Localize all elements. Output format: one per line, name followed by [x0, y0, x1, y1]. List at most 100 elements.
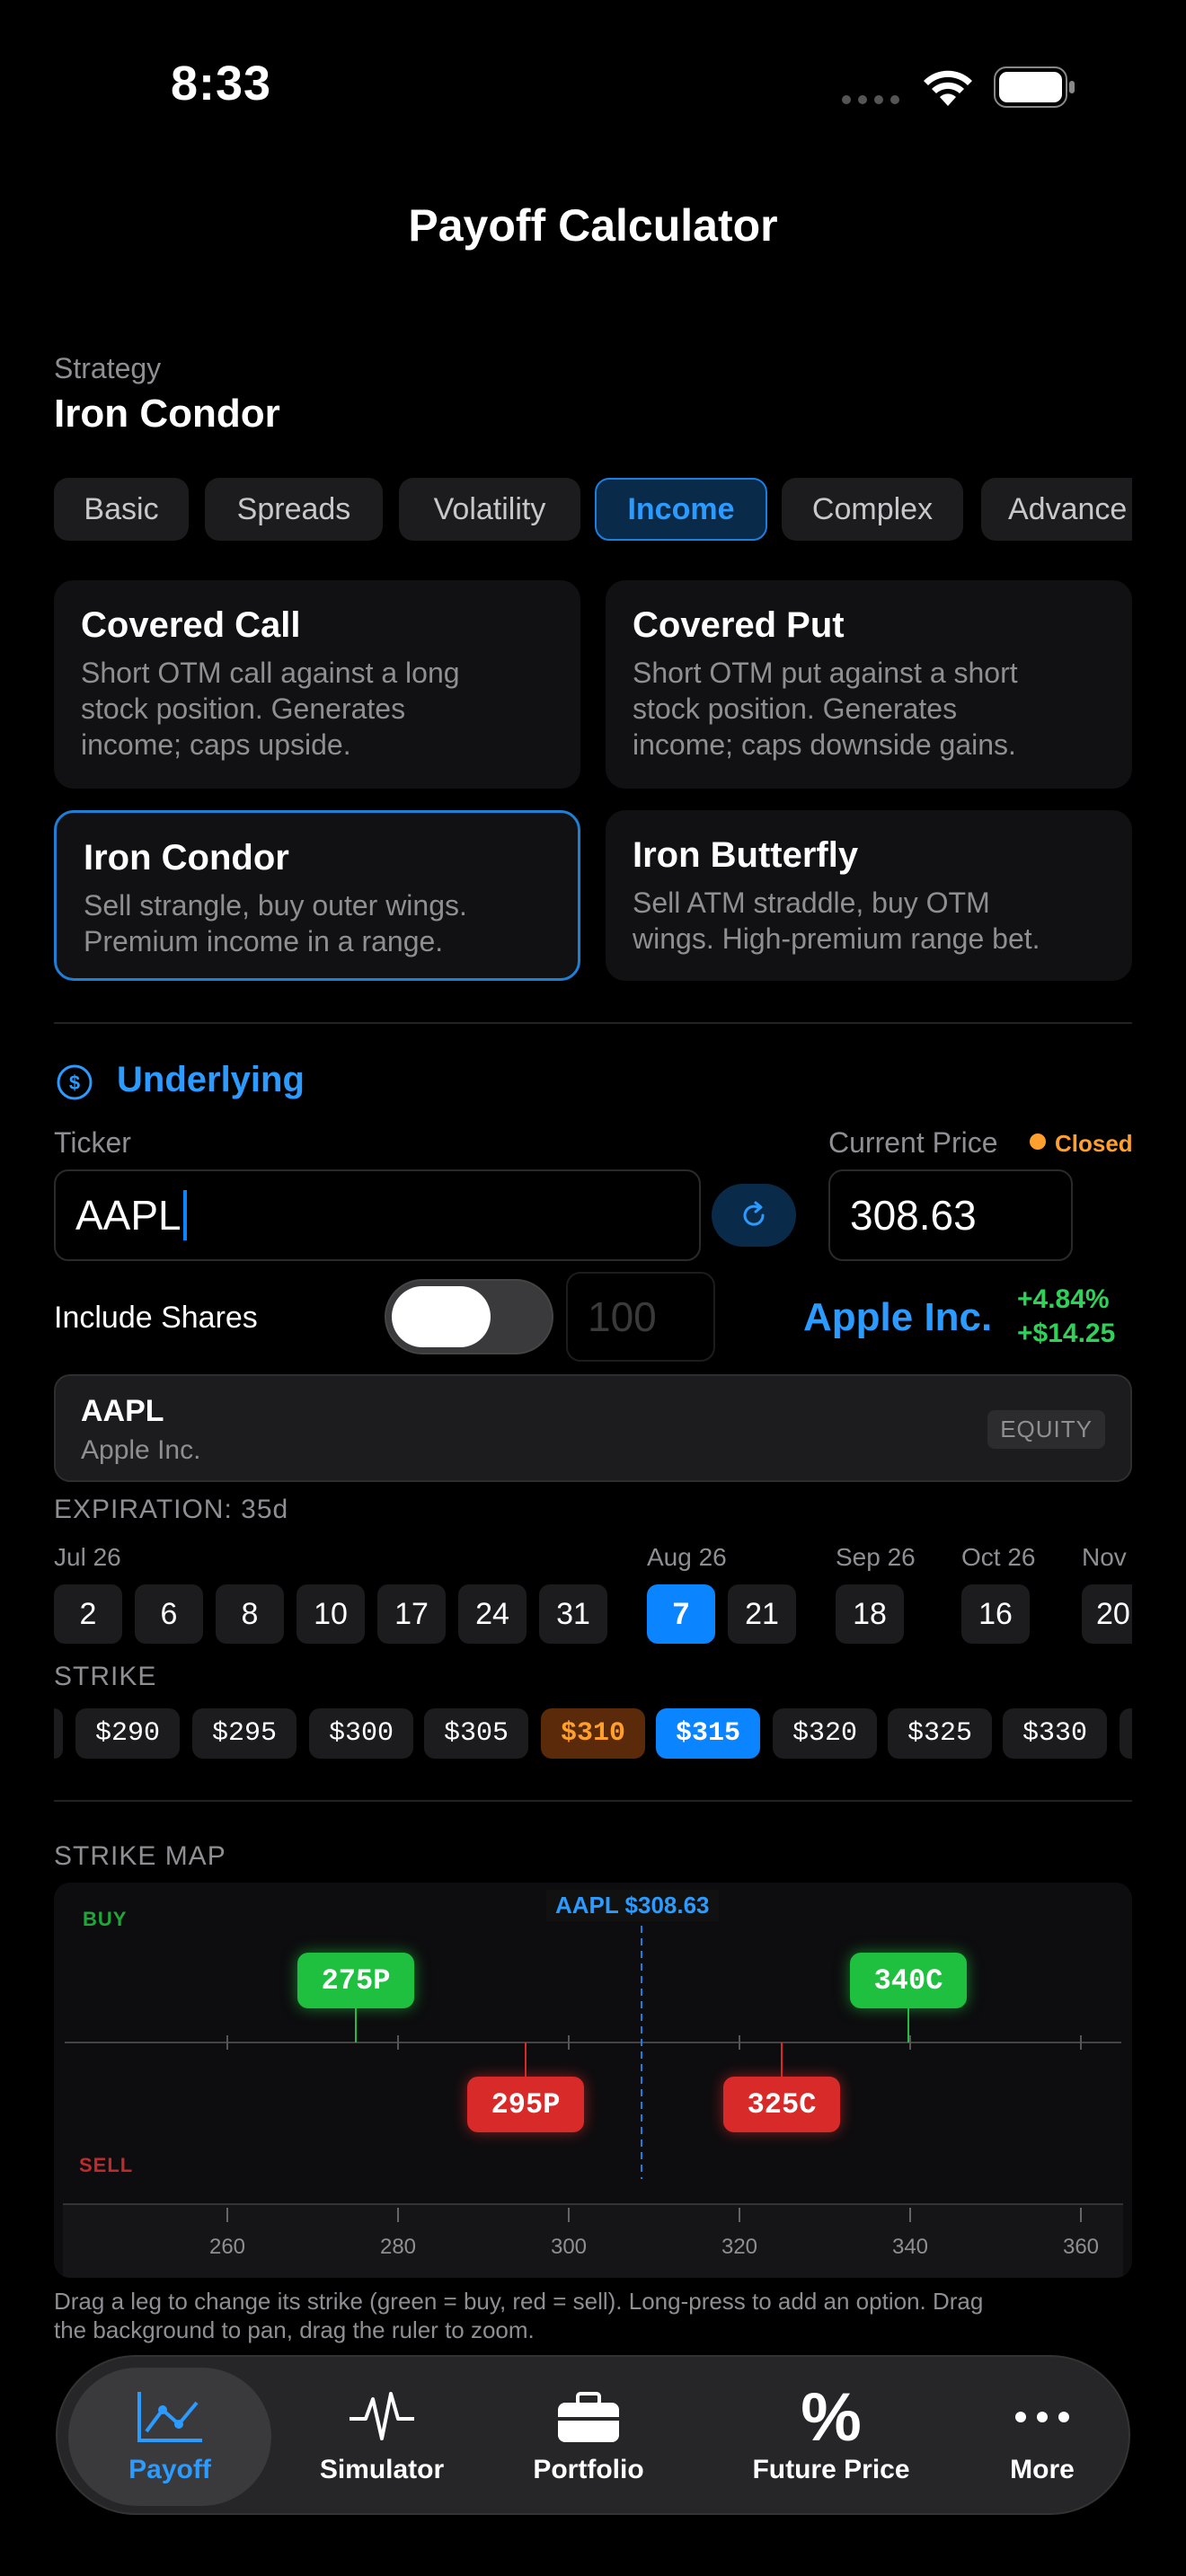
axis-tick-label: 320	[721, 2235, 758, 2259]
include-shares-toggle[interactable]	[385, 1279, 553, 1354]
dollar-circle-icon: $	[56, 1063, 93, 1106]
market-status: Closed	[1055, 1130, 1133, 1157]
price-marker: AAPL $308.63	[546, 1890, 719, 1921]
expiry-date[interactable]: 2	[54, 1584, 122, 1644]
result-name: Apple Inc.	[81, 1435, 201, 1465]
strategy-card-iron-butterfly[interactable]: Iron Butterfly Sell ATM straddle, buy OT…	[606, 810, 1132, 981]
wifi-icon	[920, 65, 976, 112]
tab-simulator[interactable]: Simulator	[280, 2357, 483, 2517]
tab-portfolio[interactable]: Portfolio	[487, 2357, 690, 2517]
shares-input[interactable]: 100	[566, 1272, 715, 1362]
expiry-date[interactable]: 21	[728, 1584, 796, 1644]
strike-option[interactable]: $320	[773, 1708, 877, 1759]
expiry-date[interactable]: 24	[458, 1584, 527, 1644]
strike-scroll-edge	[1120, 1708, 1132, 1759]
card-desc: Short OTM call against a long	[81, 657, 460, 689]
strike-option[interactable]: $325	[888, 1708, 992, 1759]
change-amount: +$14.25	[1017, 1319, 1116, 1348]
leg-sell-call[interactable]: 325C	[723, 2077, 840, 2132]
leg-buy-call[interactable]: 340C	[850, 1953, 967, 2008]
battery-icon	[994, 66, 1076, 112]
current-price-field[interactable]: 308.63	[828, 1169, 1073, 1261]
strategy-card-covered-put[interactable]: Covered Put Short OTM put against a shor…	[606, 580, 1132, 789]
hint-line: the background to pan, drag the ruler to…	[54, 2316, 535, 2343]
briefcase-icon	[558, 2392, 619, 2442]
category-advanced[interactable]: Advance	[981, 478, 1132, 541]
svg-text:$: $	[69, 1072, 80, 1094]
card-title: Iron Condor	[84, 838, 289, 878]
card-desc: Sell strangle, buy outer wings.	[84, 889, 467, 922]
strike-option[interactable]: $305	[424, 1708, 528, 1759]
leg-buy-put[interactable]: 275P	[297, 1953, 414, 2008]
strike-option[interactable]: $330	[1003, 1708, 1107, 1759]
card-title: Iron Butterfly	[633, 835, 859, 875]
expiry-date[interactable]: 8	[216, 1584, 284, 1644]
strike-option-atm[interactable]: $310	[541, 1708, 645, 1759]
expiry-date[interactable]: 10	[296, 1584, 365, 1644]
tab-label: Future Price	[752, 2455, 910, 2484]
current-price-label: Current Price	[828, 1126, 998, 1159]
category-basic[interactable]: Basic	[54, 478, 189, 541]
expiry-date[interactable]: 17	[377, 1584, 446, 1644]
expiry-date[interactable]: 20	[1082, 1584, 1132, 1644]
month-oct: Oct 26	[961, 1543, 1036, 1571]
cellular-icon	[841, 93, 900, 106]
strategy-value: Iron Condor	[54, 392, 280, 436]
card-desc: income; caps upside.	[81, 728, 351, 761]
category-complex[interactable]: Complex	[782, 478, 963, 541]
strike-map-canvas	[63, 1926, 1123, 2278]
change-percent: +4.84%	[1017, 1284, 1110, 1314]
strike-map[interactable]: BUY SELL AAPL $308.63 275P 340C 295P 325…	[54, 1883, 1132, 2278]
card-title: Covered Put	[633, 605, 845, 645]
strategy-card-covered-call[interactable]: Covered Call Short OTM call against a lo…	[54, 580, 580, 789]
axis-tick-label: 360	[1062, 2235, 1100, 2259]
expiration-label: EXPIRATION: 35d	[54, 1495, 289, 1524]
toggle-knob	[392, 1286, 491, 1347]
tab-label: More	[1010, 2455, 1075, 2484]
category-spreads[interactable]: Spreads	[205, 478, 383, 541]
axis-tick-label: 340	[891, 2235, 929, 2259]
strike-option[interactable]: $300	[309, 1708, 413, 1759]
strike-option-selected[interactable]: $315	[656, 1708, 760, 1759]
hint-line: Drag a leg to change its strike (green =…	[54, 2288, 984, 2315]
divider	[54, 1022, 1132, 1024]
tab-label: Payoff	[128, 2455, 211, 2484]
tab-bar: Payoff Simulator Portfolio % Future Pric…	[56, 2355, 1130, 2515]
tab-label: Portfolio	[533, 2455, 644, 2484]
svg-text:%: %	[801, 2388, 862, 2446]
card-desc: wings. High-premium range bet.	[633, 922, 1040, 955]
ticker-input[interactable]: AAPL	[54, 1169, 701, 1261]
result-symbol: AAPL	[81, 1394, 164, 1428]
strike-map-hint: Drag a leg to change its strike (green =…	[54, 2287, 1141, 2344]
home-indicator	[467, 2547, 719, 2556]
more-icon	[1015, 2412, 1069, 2422]
expiry-date-selected[interactable]: 7	[647, 1584, 715, 1644]
ticker-search-result[interactable]: AAPL Apple Inc. EQUITY	[54, 1374, 1132, 1482]
category-volatility[interactable]: Volatility	[399, 478, 580, 541]
page-title: Payoff Calculator	[408, 200, 778, 251]
text-cursor	[182, 1190, 187, 1240]
expiry-date[interactable]: 31	[539, 1584, 607, 1644]
month-sep: Sep 26	[836, 1543, 916, 1571]
divider	[54, 1800, 1132, 1802]
tab-future-price[interactable]: % Future Price	[701, 2357, 961, 2517]
market-status-dot	[1030, 1134, 1046, 1150]
card-desc: income; caps downside gains.	[633, 728, 1016, 761]
ticker-value: AAPL	[75, 1192, 181, 1239]
axis-tick-label: 260	[208, 2235, 246, 2259]
tab-more[interactable]: More	[961, 2357, 1123, 2517]
axis-tick-label: 280	[379, 2235, 417, 2259]
card-desc: stock position. Generates	[633, 693, 958, 725]
expiry-date[interactable]: 16	[961, 1584, 1030, 1644]
category-income[interactable]: Income	[595, 478, 767, 541]
strike-option[interactable]: $295	[192, 1708, 296, 1759]
refresh-button[interactable]	[712, 1184, 796, 1247]
expiry-date[interactable]: 18	[836, 1584, 904, 1644]
leg-sell-put[interactable]: 295P	[467, 2077, 584, 2132]
include-shares-label: Include Shares	[54, 1301, 258, 1335]
tab-payoff[interactable]: Payoff	[68, 2357, 271, 2517]
strategy-card-iron-condor[interactable]: Iron Condor Sell strangle, buy outer win…	[54, 810, 580, 981]
strike-option[interactable]: $290	[75, 1708, 180, 1759]
expiry-date[interactable]: 6	[135, 1584, 203, 1644]
strike-label: STRIKE	[54, 1662, 157, 1691]
